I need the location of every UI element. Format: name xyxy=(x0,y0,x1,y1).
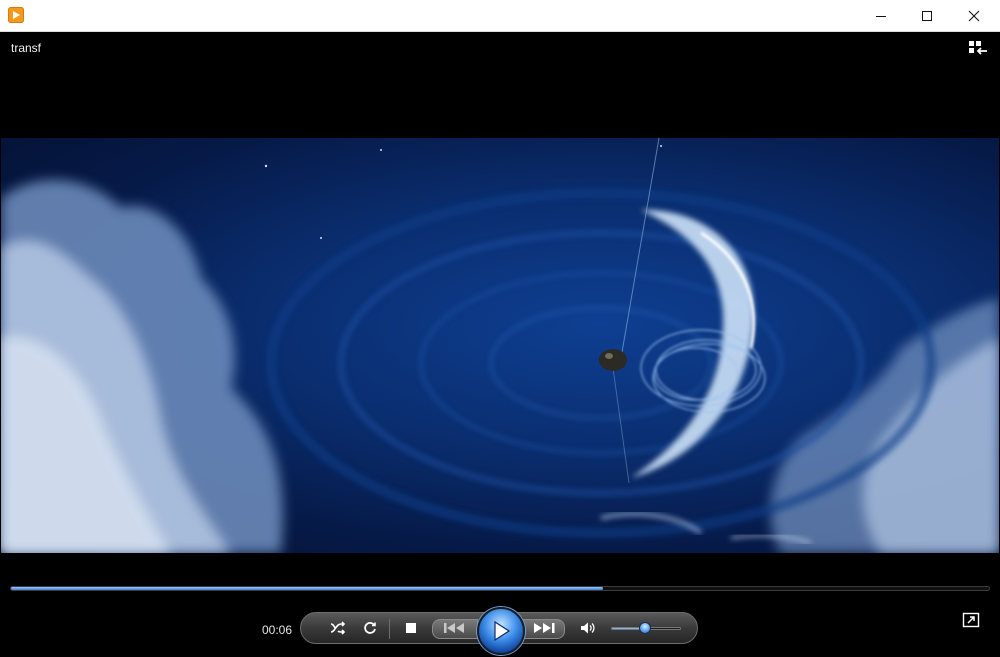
media-player-icon[interactable] xyxy=(8,7,24,23)
minimize-button[interactable] xyxy=(858,0,904,32)
fullscreen-button[interactable] xyxy=(962,612,980,628)
fullscreen-icon xyxy=(962,612,980,628)
close-button[interactable] xyxy=(951,0,997,32)
video-frame xyxy=(1,138,999,553)
repeat-button[interactable] xyxy=(359,613,381,643)
media-title: transf xyxy=(11,41,42,55)
close-icon xyxy=(968,10,980,22)
switch-to-library-icon xyxy=(969,41,987,55)
switch-to-library-button[interactable] xyxy=(968,40,988,58)
next-icon xyxy=(534,623,555,633)
shuffle-icon xyxy=(330,621,346,635)
shuffle-button[interactable] xyxy=(327,613,349,643)
seek-bar[interactable] xyxy=(10,586,990,591)
controls-separator xyxy=(389,619,390,639)
play-icon xyxy=(494,620,511,642)
repeat-icon xyxy=(364,622,376,634)
elapsed-time: 00:06 xyxy=(262,623,293,637)
play-button[interactable] xyxy=(477,607,525,655)
media-player-window: transf 00:06 xyxy=(0,0,1000,657)
previous-icon xyxy=(444,623,464,633)
previous-button[interactable] xyxy=(436,613,474,643)
minimize-icon xyxy=(876,16,886,17)
volume-thumb[interactable] xyxy=(638,622,651,634)
mute-button[interactable] xyxy=(577,613,599,643)
stop-button[interactable] xyxy=(400,613,422,643)
transport-controls xyxy=(300,607,698,655)
maximize-icon xyxy=(922,11,932,21)
title-bar xyxy=(0,0,1000,32)
seek-progress xyxy=(11,587,603,590)
speaker-icon xyxy=(581,622,595,634)
stop-icon xyxy=(406,623,416,633)
next-button[interactable] xyxy=(525,613,563,643)
maximize-button[interactable] xyxy=(904,0,950,32)
